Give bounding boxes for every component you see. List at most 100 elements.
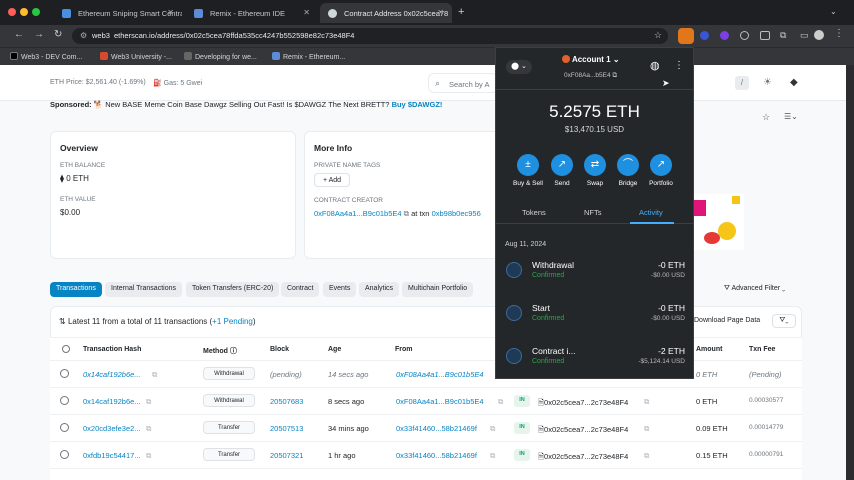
copy-icon[interactable]: ⧉ <box>146 397 151 407</box>
connected-sites-icon[interactable]: ◍ <box>650 59 660 72</box>
address-bar[interactable]: ⚙ web3 etherscan.io/address/0x02c5cea78f… <box>72 28 668 44</box>
eye-icon[interactable] <box>60 423 69 432</box>
tab-transactions[interactable]: Transactions <box>50 282 102 297</box>
minimize-window-icon[interactable] <box>20 8 28 16</box>
extension-icon[interactable] <box>740 31 749 40</box>
col-age[interactable]: Age <box>328 346 341 353</box>
network-selector[interactable]: ⬤ ⌄ <box>506 60 532 74</box>
tab-events[interactable]: Events <box>323 282 357 297</box>
close-tab-icon[interactable]: ✕ <box>437 8 444 17</box>
copy-icon[interactable]: ⧉ <box>404 209 409 218</box>
advanced-filter-button[interactable]: ⛛ Advanced Filter ⌄ <box>720 282 789 297</box>
filter-dropdown[interactable]: ⛛⌄ <box>772 314 796 328</box>
portfolio-icon[interactable]: ↗ <box>650 154 672 176</box>
to-address[interactable]: 🗎0x02c5cea7...2c73e48F4 <box>538 451 628 464</box>
from-address-link[interactable]: 0x33f41460...58b21469f <box>396 424 477 433</box>
activity-item[interactable]: Withdrawal Confirmed -0 ETH -$0.00 USD <box>496 254 695 296</box>
copy-icon[interactable]: ⧉ <box>644 424 649 434</box>
add-tag-button[interactable]: + Add <box>314 173 350 187</box>
favorite-star-icon[interactable]: ☆ <box>762 112 770 123</box>
copy-icon[interactable]: ⧉ <box>644 451 649 461</box>
copy-icon[interactable]: ⧉ <box>490 424 495 434</box>
browser-tab-3-active[interactable]: Contract Address 0x02c5cea78 ✕ <box>320 3 452 23</box>
block-link[interactable]: 20507321 <box>270 451 303 460</box>
txn-hash-link[interactable]: 0xfdb19c54417... <box>83 451 141 460</box>
account-options-icon[interactable]: ⋮ <box>674 60 684 71</box>
metamask-extension-icon[interactable] <box>678 28 694 44</box>
tab-tokens[interactable]: Tokens <box>522 208 546 217</box>
swap-icon[interactable]: ⇄ <box>584 154 606 176</box>
download-page-data-button[interactable]: Download Page Data <box>694 317 760 324</box>
reload-icon[interactable]: ↻ <box>54 29 62 40</box>
copy-icon[interactable]: ⧉ <box>146 424 151 434</box>
account-address[interactable]: 0xF08Aa...b5E4 ⧉ <box>564 72 617 80</box>
sponsored-link[interactable]: Buy $DAWGZ! <box>392 100 443 109</box>
copy-icon[interactable]: ⧉ <box>146 451 151 461</box>
copy-icon[interactable]: ⧉ <box>152 370 157 380</box>
from-address-link[interactable]: 0x33f41460...58b21469f <box>396 451 477 460</box>
close-tab-icon[interactable]: ✕ <box>167 8 174 17</box>
bookmark-star-icon[interactable]: ☆ <box>654 30 662 41</box>
from-address-link[interactable]: 0xF08Aa4a1...B9c01b5E4 <box>396 397 484 406</box>
back-icon[interactable]: ← <box>14 29 24 40</box>
col-txn-fee[interactable]: Txn Fee <box>749 346 775 353</box>
pending-link[interactable]: +1 Pending <box>212 317 253 326</box>
send-icon[interactable]: ↗ <box>551 154 573 176</box>
forward-icon[interactable]: → <box>34 29 44 40</box>
bridge-icon[interactable]: ⌒ <box>617 154 639 176</box>
txn-hash-link[interactable]: 0x14caf192b6e... <box>83 397 141 406</box>
maximize-window-icon[interactable] <box>32 8 40 16</box>
tab-nfts[interactable]: NFTs <box>584 208 602 217</box>
close-tab-icon[interactable]: ✕ <box>303 8 310 17</box>
browser-tab-2[interactable]: Remix - Ethereum IDE ✕ <box>186 3 318 23</box>
block-link[interactable]: 20507683 <box>270 397 303 406</box>
buy-sell-icon[interactable]: ± <box>517 154 539 176</box>
txn-hash-link[interactable]: 0x20cd3efe3e2... <box>83 424 141 433</box>
tab-token-transfers[interactable]: Token Transfers (ERC-20) <box>186 282 280 297</box>
page-scrollbar[interactable] <box>846 65 854 480</box>
ad-banner-image[interactable] <box>694 194 744 250</box>
tab-multichain-portfolio[interactable]: Multichain Portfolio <box>402 282 474 297</box>
split-view-icon[interactable]: ▭ <box>800 30 809 41</box>
eye-icon[interactable] <box>60 396 69 405</box>
ethereum-network-icon[interactable]: ◆ <box>790 77 798 88</box>
tab-internal-transactions[interactable]: Internal Transactions <box>105 282 182 297</box>
col-amount[interactable]: Amount <box>696 346 722 353</box>
activity-item[interactable]: Start Confirmed -0 ETH -$0.00 USD <box>496 297 695 339</box>
theme-toggle-icon[interactable]: ☀ <box>763 77 772 88</box>
copy-icon[interactable]: ⧉ <box>490 451 495 461</box>
to-address[interactable]: 🗎0x02c5cea7...2c73e48F4 <box>538 424 628 437</box>
profile-avatar-icon[interactable] <box>814 30 824 40</box>
creator-address-link[interactable]: 0xF08Aa4a1...B9c01b5E4 <box>314 209 402 218</box>
bookmark-item[interactable]: Web3 - DEV Com... <box>10 52 82 61</box>
extension-icon[interactable] <box>760 31 770 40</box>
close-window-icon[interactable] <box>8 8 16 16</box>
eye-icon[interactable] <box>60 450 69 459</box>
eye-icon[interactable] <box>60 369 69 378</box>
new-tab-icon[interactable]: + <box>458 6 464 18</box>
browser-menu-icon[interactable]: ⋮ <box>834 28 844 39</box>
tab-activity[interactable]: Activity <box>639 208 663 217</box>
activity-item[interactable]: Contract i... Confirmed -2 ETH -$5,124.1… <box>496 340 695 382</box>
creator-txn-link[interactable]: 0xb98b0ec956 <box>432 209 481 218</box>
copy-icon[interactable]: ⧉ <box>644 397 649 407</box>
account-selector[interactable]: Account 1 ⌄ <box>562 55 620 64</box>
from-address-link[interactable]: 0xF08Aa4a1...B9c01b5E4 <box>396 370 484 379</box>
bookmark-item[interactable]: Web3 University -... <box>100 52 172 61</box>
block-link[interactable]: 20507513 <box>270 424 303 433</box>
list-menu-icon[interactable]: ☰⌄ <box>784 112 798 121</box>
browser-tab-1[interactable]: Ethereum Sniping Smart Contract ✕ <box>54 3 182 23</box>
tab-search-chevron-icon[interactable]: ⌄ <box>830 7 837 16</box>
search-input[interactable]: ⌕ Search by A <box>428 73 498 93</box>
bookmark-item[interactable]: Remix - Ethereum... <box>272 52 345 61</box>
txn-hash-link[interactable]: 0x14caf192b6e... <box>83 370 141 379</box>
tab-analytics[interactable]: Analytics <box>359 282 400 297</box>
copy-icon[interactable]: ⧉ <box>498 397 503 407</box>
extensions-puzzle-icon[interactable]: ⧉ <box>780 30 786 41</box>
tab-contract[interactable]: Contract <box>281 282 320 297</box>
bookmark-item[interactable]: Developing for we... <box>184 52 257 61</box>
portfolio-label[interactable]: Portfolio <box>641 180 681 187</box>
extension-icon[interactable] <box>720 31 729 40</box>
to-address[interactable]: 🗎0x02c5cea7...2c73e48F4 <box>538 397 628 410</box>
extension-icon[interactable] <box>700 31 709 40</box>
